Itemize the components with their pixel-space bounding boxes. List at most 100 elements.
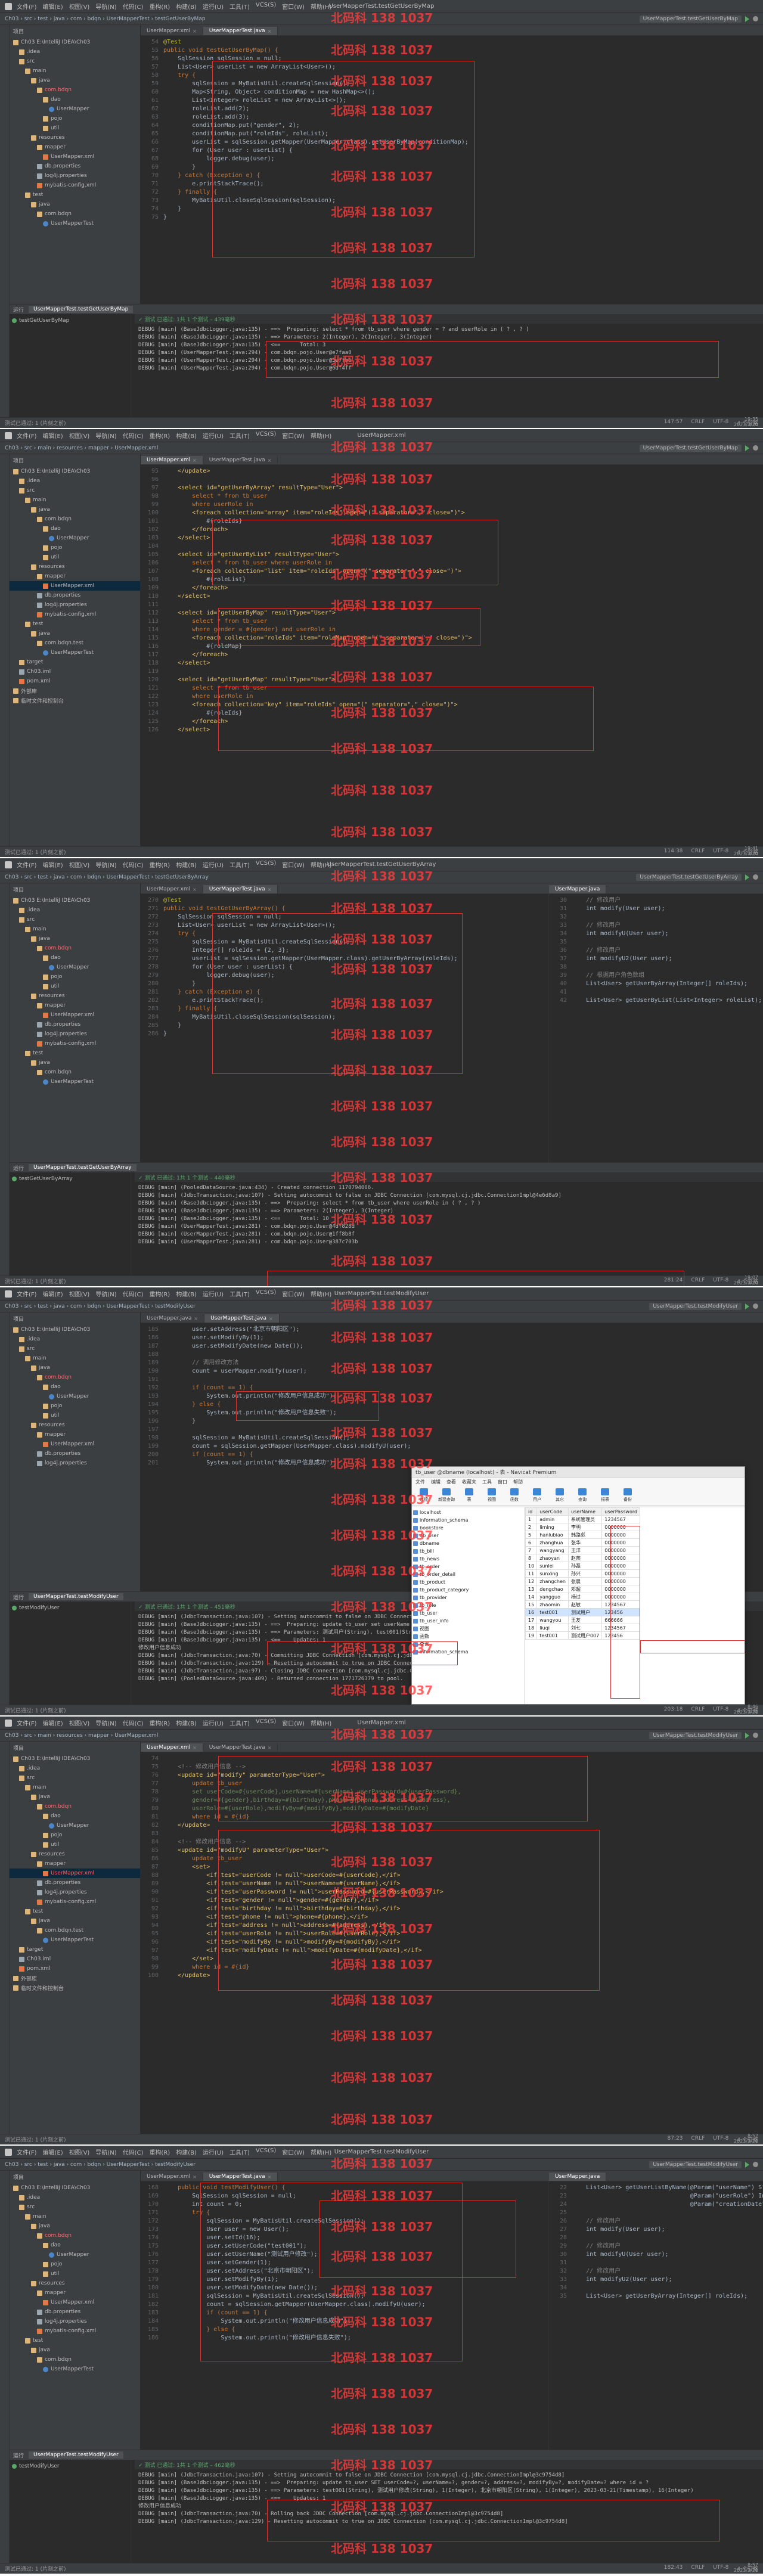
tree-item[interactable]: pojo (10, 1830, 140, 1840)
close-icon[interactable]: × (268, 458, 272, 463)
table-cell[interactable]: test001 (536, 1631, 569, 1640)
status-item[interactable]: CRLF (691, 2565, 705, 2572)
tree-item[interactable]: UserMapper.xml (10, 1439, 140, 1449)
run-config-select[interactable]: UserMapperTest.testGetUserByArray (636, 873, 742, 881)
table-cell[interactable]: 0000000 (601, 1554, 641, 1562)
tree-item[interactable]: tb_product_category (413, 1586, 523, 1594)
tree-item[interactable]: java (10, 1363, 140, 1373)
editor-tab[interactable]: UserMapperTest.java × (204, 1314, 280, 1323)
tree-item[interactable]: util (10, 1840, 140, 1849)
tree-item[interactable]: resources (10, 133, 140, 142)
menu-item[interactable]: 重构(R) (149, 860, 170, 869)
test-item[interactable]: testModifyUser (12, 1604, 128, 1612)
toolbar-button[interactable]: 视图 (483, 1488, 500, 1504)
toolbar-button[interactable]: 函数 (506, 1488, 523, 1504)
project-header[interactable]: 项目 (10, 27, 140, 38)
tree-item[interactable]: db.properties (10, 2307, 140, 2317)
run-icon[interactable] (745, 874, 749, 880)
table-cell[interactable]: 15 (525, 1600, 538, 1609)
table-cell[interactable]: 0000000 (601, 1562, 641, 1570)
menu-item[interactable]: 工具(T) (229, 2147, 250, 2156)
status-item[interactable]: UTF-8 (713, 848, 728, 856)
menu-item[interactable]: 窗口(W) (282, 860, 305, 869)
tree-item[interactable]: java (10, 2221, 140, 2231)
editor-tab[interactable]: UserMapperTest.java × (203, 885, 278, 893)
menu-item[interactable]: 导航(N) (95, 860, 116, 869)
run-tab[interactable]: UserMapperTest.testModifyUser (29, 2451, 123, 2459)
menu-item[interactable]: 编辑(E) (43, 1289, 63, 1298)
tree-item[interactable]: test (10, 2336, 140, 2345)
table-cell[interactable]: sunlei (536, 1562, 569, 1570)
table-cell[interactable]: 0000000 (601, 1523, 641, 1531)
table-cell[interactable]: 王友 (567, 1616, 603, 1624)
menu-item[interactable]: 视图(V) (69, 2, 90, 11)
tree-item[interactable]: db_user (413, 1532, 523, 1540)
status-item[interactable]: 114:38 (664, 848, 683, 856)
tree-item[interactable]: log4j.properties (10, 1458, 140, 1468)
tree-item[interactable]: pojo (10, 1401, 140, 1411)
menu-item[interactable]: 帮助(H) (311, 2, 331, 11)
run-config-select[interactable]: UserMapperTest.testModifyUser (649, 1731, 742, 1739)
table-cell[interactable]: 0000000 (601, 1546, 641, 1554)
tree-item[interactable]: mybatis-config.xml (10, 1897, 140, 1907)
close-icon[interactable]: × (193, 458, 197, 463)
table-cell[interactable]: 6 (525, 1538, 538, 1547)
status-item[interactable]: CRLF (691, 1706, 705, 1714)
tree-item[interactable]: com.bdqn (10, 1067, 140, 1077)
table-cell[interactable]: 8 (525, 1554, 538, 1562)
tree-item[interactable]: 查询 (413, 1640, 523, 1648)
tree-item[interactable]: pojo (10, 114, 140, 123)
menu-item[interactable]: VCS(S) (256, 860, 276, 869)
tree-item[interactable]: resources (10, 562, 140, 572)
tree-item[interactable]: log4j.properties (10, 1029, 140, 1039)
tree-item[interactable]: UserMapper.xml (10, 581, 140, 591)
menu-item[interactable]: 工具(T) (229, 2, 250, 11)
table-cell[interactable]: zhangchen (536, 1577, 569, 1585)
tree-item[interactable]: util (10, 123, 140, 133)
tree-item[interactable]: mapper (10, 142, 140, 152)
tree-item[interactable]: target (10, 1945, 140, 1954)
toolbar-button[interactable]: 其它 (551, 1488, 568, 1504)
status-item[interactable]: CRLF (691, 419, 705, 427)
tree-item[interactable]: pom.xml (10, 676, 140, 686)
table-cell[interactable]: 10 (525, 1562, 538, 1570)
menu-item[interactable]: VCS(S) (256, 2147, 276, 2156)
toolbar-button[interactable]: 用户 (529, 1488, 545, 1504)
tree-item[interactable]: mapper (10, 572, 140, 581)
debug-icon[interactable] (753, 16, 758, 21)
debug-icon[interactable] (753, 1733, 758, 1738)
tree-item[interactable]: 临时文件和控制台 (10, 696, 140, 705)
table-row[interactable]: 18 liuqi 刘七 1234567 (525, 1624, 641, 1632)
tree-item[interactable]: Ch03 E:\IntelliJ IDEA\Ch03 (10, 896, 140, 905)
tree-item[interactable]: log4j.properties (10, 171, 140, 181)
menu-item[interactable]: 重构(R) (149, 431, 170, 440)
tree-item[interactable]: java (10, 76, 140, 85)
tree-item[interactable]: dao (10, 1382, 140, 1392)
tree-item[interactable]: UserMapper.xml (10, 1869, 140, 1878)
tree-item[interactable]: dao (10, 953, 140, 963)
tree-item[interactable]: .idea (10, 1334, 140, 1344)
project-header[interactable]: 项目 (10, 886, 140, 896)
column-header[interactable]: userCode (536, 1507, 569, 1516)
menu-item[interactable]: 窗口(W) (282, 2147, 305, 2156)
table-row[interactable]: 7 wangyang 王洋 0000000 (525, 1546, 641, 1554)
menu-item[interactable]: 查看 (446, 1479, 456, 1485)
column-header[interactable]: userName (567, 1507, 603, 1516)
tree-item[interactable]: 临时文件和控制台 (10, 1983, 140, 1992)
menu-item[interactable]: 运行(U) (203, 1718, 224, 1727)
menu-item[interactable]: 视图(V) (69, 1718, 90, 1727)
code-area[interactable]: 30 // 修改用户 31 int modify(User user); 32 33 … (549, 896, 763, 1005)
table-cell[interactable]: 邓超 (567, 1585, 603, 1593)
tree-item[interactable]: Ch03.iml (10, 667, 140, 676)
menu-item[interactable]: VCS(S) (256, 1289, 276, 1298)
table-cell[interactable]: 赵敏 (567, 1600, 603, 1609)
debug-icon[interactable] (753, 445, 758, 451)
tree-item[interactable]: src (10, 1773, 140, 1783)
menu-item[interactable]: 编辑(E) (43, 2147, 63, 2156)
table-cell[interactable]: 2 (525, 1523, 538, 1531)
menu-item[interactable]: 代码(C) (123, 1289, 144, 1298)
menu-item[interactable]: 重构(R) (149, 2147, 170, 2156)
menu-item[interactable]: 窗口(W) (282, 2, 305, 11)
tree-item[interactable]: .idea (10, 476, 140, 486)
tree-item[interactable]: com.bdqn (10, 944, 140, 953)
